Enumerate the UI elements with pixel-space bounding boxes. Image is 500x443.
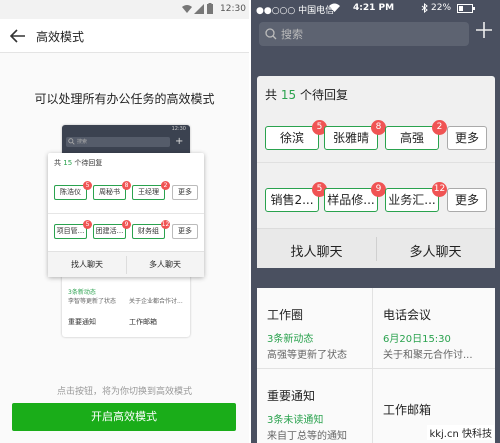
preview-search-placeholder: 搜索 xyxy=(77,139,88,145)
preview-pending-count: 共 15 个待回复 xyxy=(54,158,102,168)
carrier-label: ●●○○○ 中国电信 xyxy=(256,6,335,16)
tile-subtitle: 6月20日15:30 xyxy=(383,334,451,345)
right-screen: ●●○○○ 中国电信 4:21 PM 22% 搜索 共 15 个待回复 徐滨 5… xyxy=(251,0,500,443)
headline: 可以处理所有办公任务的高效模式 xyxy=(34,92,215,106)
search-placeholder: 搜索 xyxy=(281,28,303,41)
preview-chip[interactable]: 王经理 xyxy=(132,185,165,200)
status-time: 12:30 xyxy=(220,4,246,14)
watermark: kkj.cn 快科技 xyxy=(427,425,494,440)
more-button[interactable]: 更多 xyxy=(172,185,198,200)
contact-chip[interactable]: 张雅晴 xyxy=(324,126,378,150)
preview-time: 12:30 xyxy=(171,126,186,132)
more-button[interactable]: 更多 xyxy=(172,224,198,239)
find-chat-button[interactable]: 找人聊天 xyxy=(48,259,126,270)
group-chip[interactable]: 销售2... xyxy=(265,188,319,212)
tile-title: 工作邮箱 xyxy=(383,403,432,417)
preview-search: 搜索 xyxy=(66,137,170,147)
preview-tile-title-3: 重要通知 xyxy=(68,318,96,326)
group-chip[interactable]: 样品修... xyxy=(324,188,378,212)
tile-subtitle: 3条新动态 xyxy=(267,334,314,345)
tile-important-notice[interactable]: 重要通知 3条未读通知 来自丁总等的通知 xyxy=(257,369,372,443)
pending-replies-card: 共 15 个待回复 徐滨 5 张雅晴 8 高强 2 更多 销售2... 5 样品… xyxy=(257,76,495,268)
tile-subtitle: 3条未读通知 xyxy=(267,415,324,426)
search-icon xyxy=(68,138,75,145)
feature-tiles: 工作圈 3条新动态 高强等更新了状态 电话会议 6月20日15:30 关于和聚元… xyxy=(257,288,495,443)
left-screen: 12:30 高效模式 可以处理所有办公任务的高效模式 12:30 搜索 + 3条… xyxy=(0,0,249,443)
more-button[interactable]: 更多 xyxy=(447,188,487,212)
back-arrow-icon[interactable] xyxy=(10,29,26,43)
plus-icon: + xyxy=(175,136,184,147)
preview-tile-desc-2: 关于企业都合作讨... xyxy=(129,298,183,305)
group-chat-button[interactable]: 多人聊天 xyxy=(126,259,204,270)
unread-badge: 2 xyxy=(161,181,170,190)
status-bar: 12:30 xyxy=(0,0,249,19)
tile-description: 来自丁总等的通知 xyxy=(267,431,347,442)
preview-chip[interactable]: 陈浩仪 xyxy=(54,185,87,200)
battery-icon xyxy=(207,3,213,14)
preview-chip[interactable]: 项目管... xyxy=(54,224,87,239)
preview-bg-tiles: 3条新动态 李智等更新了状态 关于企业都合作讨... 重要通知 工作邮箱 xyxy=(66,277,186,337)
contact-chip[interactable]: 高强 xyxy=(385,126,439,150)
unread-badge: 12 xyxy=(161,220,170,229)
contact-chip[interactable]: 徐滨 xyxy=(265,126,319,150)
tile-description: 高强等更新了状态 xyxy=(267,350,347,361)
status-time: 4:21 PM xyxy=(353,3,395,13)
tile-title: 重要通知 xyxy=(267,389,316,403)
plus-icon[interactable] xyxy=(474,20,494,40)
pending-count: 共 15 个待回复 xyxy=(265,86,348,103)
more-button[interactable]: 更多 xyxy=(447,126,487,150)
preview-header: 12:30 搜索 + xyxy=(62,125,190,153)
preview-actions: 找人聊天 多人聊天 xyxy=(48,251,204,277)
pending-number: 15 xyxy=(280,88,297,102)
search-input[interactable]: 搜索 xyxy=(259,22,469,46)
unread-badge: 5 xyxy=(83,220,92,229)
unread-badge: 8 xyxy=(122,181,131,190)
pending-prefix: 共 xyxy=(265,88,278,102)
tile-work-circle[interactable]: 工作圈 3条新动态 高强等更新了状态 xyxy=(257,288,372,368)
battery-percent: 22% xyxy=(431,3,452,13)
unread-badge: 5 xyxy=(83,181,92,190)
wifi-icon xyxy=(329,3,340,12)
group-chip[interactable]: 业务汇... xyxy=(385,188,439,212)
find-chat-button[interactable]: 找人聊天 xyxy=(257,241,376,260)
preview-pending-number: 15 xyxy=(63,159,73,167)
pending-suffix: 个待回复 xyxy=(299,88,348,102)
tile-description: 关于和聚元合作讨... xyxy=(383,350,473,361)
preview-chip[interactable]: 团建活... xyxy=(93,224,126,239)
preview-tile-title-4: 工作邮箱 xyxy=(129,318,157,326)
preview-card: 共 15 个待回复 陈浩仪 5 周秘书 8 王经理 2 更多 项目管... 5 … xyxy=(48,153,204,277)
unread-badge: 12 xyxy=(432,182,447,197)
tile-conference-call[interactable]: 电话会议 6月20日15:30 关于和聚元合作讨... xyxy=(373,288,495,368)
unread-badge: 8 xyxy=(371,120,386,135)
top-bar: 高效模式 xyxy=(0,19,249,53)
battery-icon xyxy=(457,4,475,13)
unread-badge: 9 xyxy=(371,182,386,197)
wifi-icon xyxy=(182,4,192,14)
search-icon xyxy=(265,28,277,40)
unread-badge: 2 xyxy=(432,120,447,135)
preview-chip[interactable]: 财务组 xyxy=(132,224,165,239)
hint-text: 点击按钮，将为你切换到高效模式 xyxy=(56,387,192,397)
preview-tile-desc: 李智等更新了状态 xyxy=(68,298,117,305)
signal-icon xyxy=(194,4,204,14)
tile-title: 电话会议 xyxy=(383,308,432,322)
preview-pending-prefix: 共 xyxy=(54,159,61,167)
enable-efficient-mode-button[interactable]: 开启高效模式 xyxy=(12,403,236,431)
divider xyxy=(257,162,495,163)
preview-tile-sub: 3条新动态 xyxy=(68,289,96,296)
bluetooth-icon xyxy=(421,3,428,13)
preview-chip[interactable]: 周秘书 xyxy=(93,185,126,200)
page-title: 高效模式 xyxy=(36,30,85,44)
preview-pending-suffix: 个待回复 xyxy=(74,159,103,167)
divider xyxy=(48,213,204,214)
status-bar: ●●○○○ 中国电信 4:21 PM 22% xyxy=(251,0,500,18)
group-chat-button[interactable]: 多人聊天 xyxy=(376,241,495,260)
unread-badge: 9 xyxy=(122,220,131,229)
tile-title: 工作圈 xyxy=(267,308,304,322)
chat-actions: 找人聊天 多人聊天 xyxy=(257,228,495,268)
